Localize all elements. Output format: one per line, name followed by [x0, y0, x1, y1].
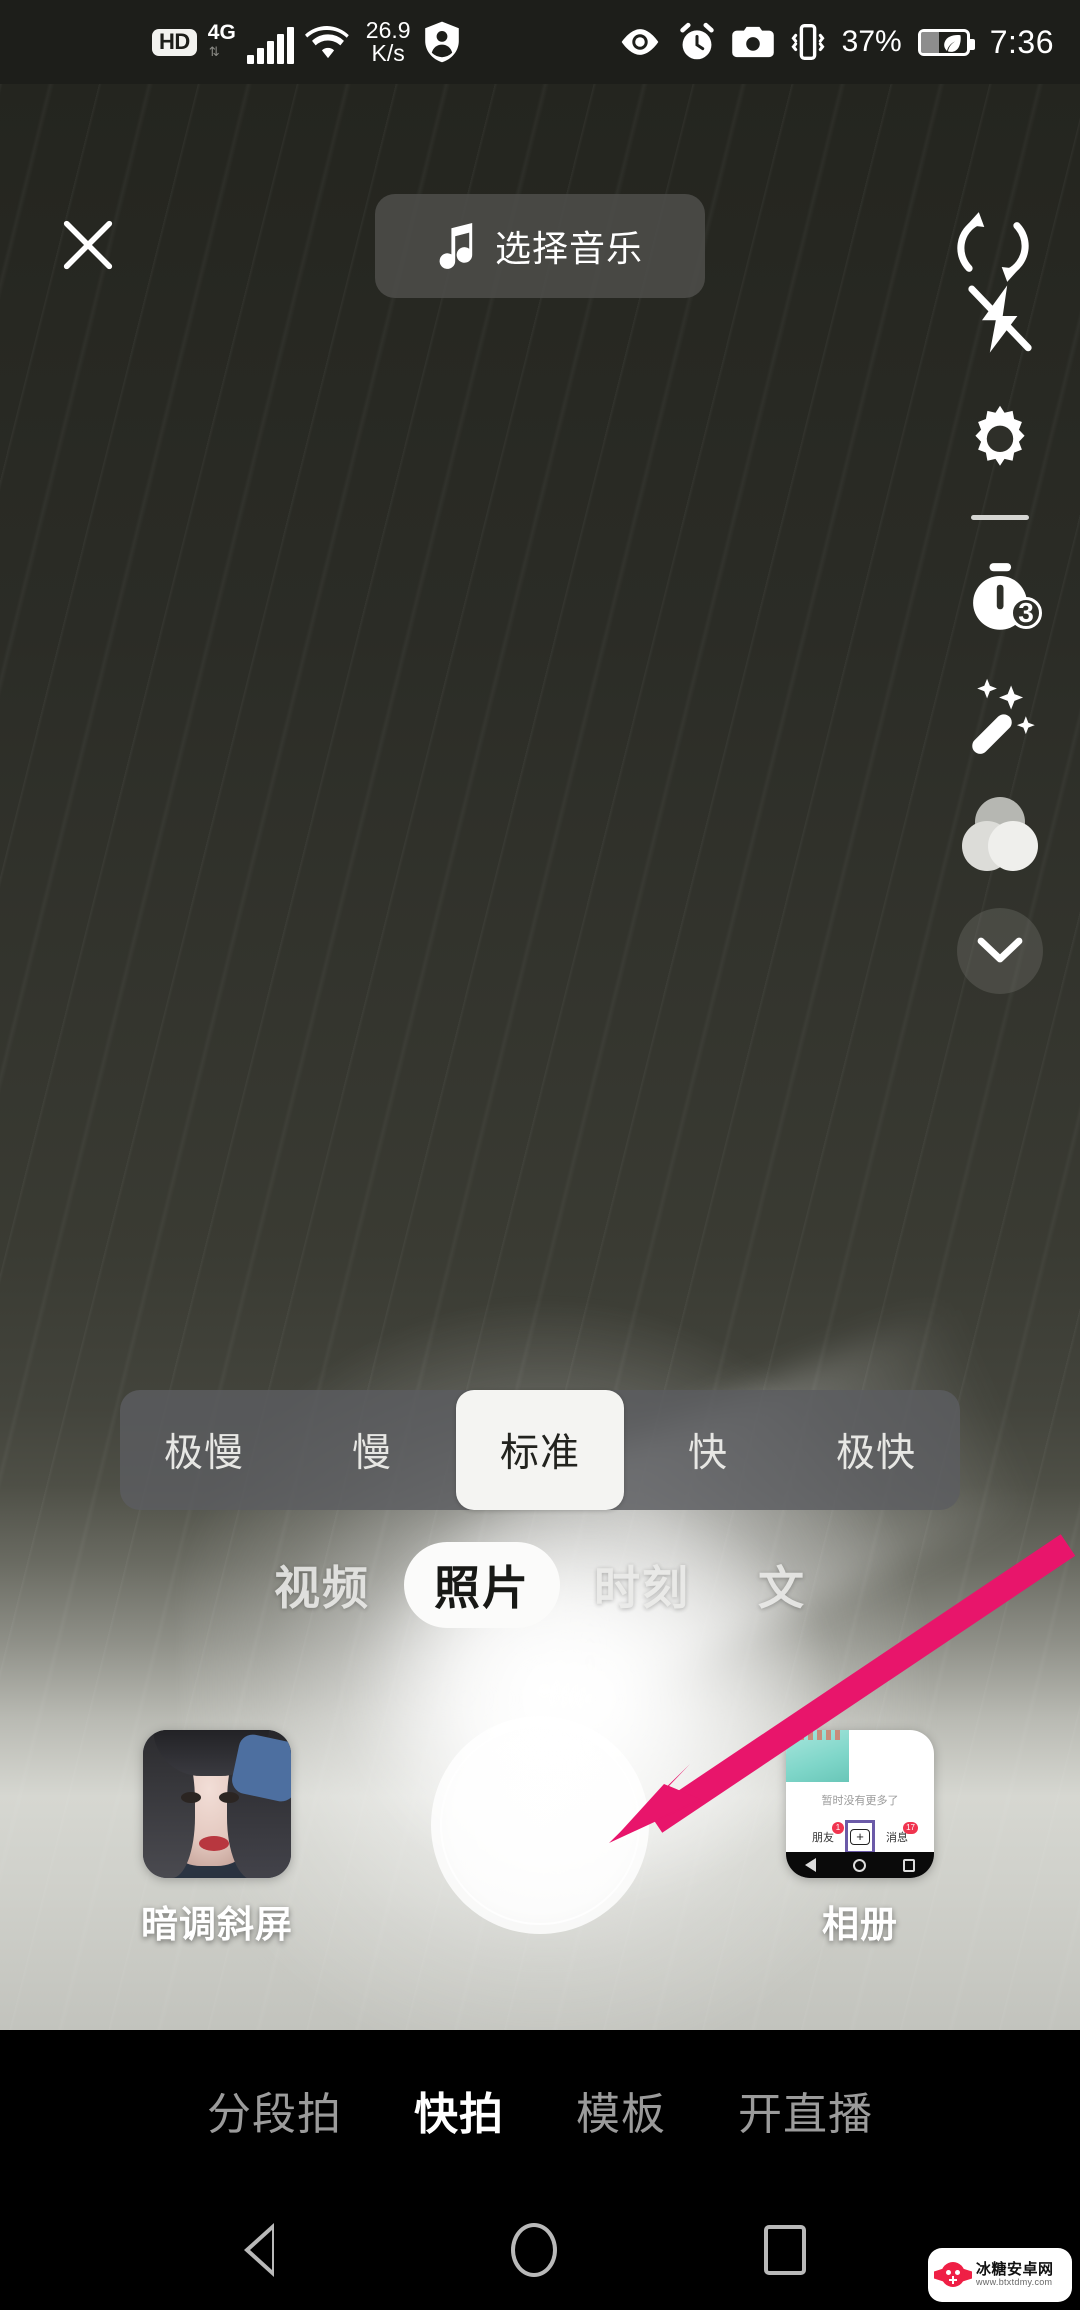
watermark-url: www.btxtdmy.com [976, 2277, 1053, 2288]
flash-toggle-button[interactable] [920, 260, 1080, 378]
preview-home-icon [852, 1858, 866, 1872]
nav-segmented-shoot[interactable]: 分段拍 [171, 2078, 378, 2142]
data-speed-value: 26.9 [365, 16, 411, 43]
shutter-button[interactable] [431, 1716, 649, 1934]
data-speed-unit: K/s [371, 40, 405, 66]
shield-person-icon [424, 21, 459, 63]
hd-badge: HD [152, 28, 197, 56]
nav-live[interactable]: 开直播 [702, 2078, 909, 2142]
speed-option-very-slow[interactable]: 极慢 [120, 1390, 288, 1510]
speed-option-slow[interactable]: 慢 [288, 1390, 456, 1510]
clock-label: 7:36 [989, 23, 1054, 60]
settings-gear-icon [975, 405, 1025, 466]
speed-selector[interactable]: 极慢 慢 标准 快 极快 [120, 1390, 960, 1510]
chevron-down-icon [977, 937, 1023, 963]
eye-icon [621, 29, 659, 55]
battery-eco-icon [917, 28, 975, 56]
tab-moment[interactable]: 时刻 [560, 1541, 724, 1629]
album-label: 相册 [822, 1904, 898, 1945]
preview-recents-icon [903, 1858, 916, 1872]
beauty-wand-icon [972, 678, 1035, 754]
shutter-inner [440, 1725, 640, 1925]
network-type-label: 4G [207, 21, 236, 44]
speed-option-very-fast[interactable]: 极快 [792, 1390, 960, 1510]
battery-percent-label: 37% [841, 25, 902, 58]
filter-icon [962, 797, 1038, 871]
wifi-icon [304, 26, 349, 59]
watermark-text: 冰糖安卓网 www.btxtdmy.com [976, 2262, 1054, 2287]
nav-quick-shoot[interactable]: 快拍 [378, 2078, 540, 2142]
system-nav-bar[interactable] [0, 2190, 1080, 2310]
music-note-icon [439, 223, 473, 269]
tab-photo[interactable]: 照片 [404, 1542, 560, 1628]
album-preview-navbar [786, 1852, 934, 1878]
site-watermark: 冰糖安卓网 www.btxtdmy.com [928, 2248, 1072, 2302]
nav-template[interactable]: 模板 [540, 2078, 702, 2142]
tab-text[interactable]: 文 [724, 1541, 840, 1629]
recents-square-icon[interactable] [764, 2225, 807, 2275]
flash-off-icon [968, 285, 1032, 353]
data-speed-indicator: 26.9 K/s [365, 16, 411, 66]
timer-value-badge: 3 [1010, 597, 1042, 629]
watermark-site-name: 冰糖安卓网 [976, 2261, 1054, 2279]
album-thumbnail: 暂时没有更多了 朋友 1 + 消息 17 [786, 1730, 934, 1878]
speed-option-standard[interactable]: 标准 [456, 1390, 624, 1510]
status-bar-left: HD 4G ⇅ 26.9 K/s [152, 0, 462, 84]
beauty-button[interactable] [920, 656, 1080, 774]
back-triangle-icon[interactable] [243, 2223, 304, 2277]
friends-badge: 1 [832, 1822, 844, 1834]
status-bar: HD 4G ⇅ 26.9 K/s 37% 7:36 [0, 0, 1080, 84]
album-preview-messages: 消息 17 [886, 1822, 918, 1845]
close-icon [63, 220, 113, 270]
album-button[interactable]: 暂时没有更多了 朋友 1 + 消息 17 相册 [786, 1730, 934, 1948]
vibrate-icon [791, 23, 825, 61]
messages-badge: 17 [903, 1822, 918, 1834]
expand-tools-button[interactable] [920, 892, 1080, 1010]
album-preview-plus: + [845, 1820, 875, 1854]
settings-button[interactable] [920, 378, 1080, 496]
data-arrows-icon: ⇅ [208, 44, 220, 59]
camera-screen: HD 4G ⇅ 26.9 K/s 37% 7:36 选择音乐 3 极慢 慢 标准… [0, 0, 1080, 2310]
select-music-label: 选择音乐 [494, 228, 643, 269]
bottom-nav[interactable]: 分段拍 快拍 模板 开直播 [0, 2030, 1080, 2190]
signal-bars-icon: 4G ⇅ [208, 20, 294, 64]
close-button[interactable] [52, 209, 124, 281]
tab-video[interactable]: 视频 [240, 1541, 404, 1629]
top-bar: 选择音乐 [0, 84, 1080, 298]
camera-icon [731, 26, 774, 58]
effect-preset-button[interactable]: 暗调斜屏 [141, 1730, 293, 1948]
preview-back-icon [804, 1858, 816, 1872]
capture-mode-tabs[interactable]: 视频 照片 时刻 文 [0, 1530, 1080, 1640]
status-bar-right: 37% 7:36 [618, 0, 1054, 84]
speed-option-fast[interactable]: 快 [624, 1390, 792, 1510]
select-music-button[interactable]: 选择音乐 [375, 194, 705, 298]
camera-tools-rail: 3 [920, 260, 1080, 1010]
signal-strength-bars [246, 27, 294, 64]
album-preview-navrow: 朋友 1 + 消息 17 [786, 1820, 934, 1854]
filters-button[interactable] [920, 774, 1080, 892]
effect-thumbnail [143, 1730, 291, 1878]
rail-divider [920, 496, 1080, 538]
album-empty-text: 暂时没有更多了 [821, 1795, 899, 1807]
effect-label: 暗调斜屏 [141, 1904, 293, 1945]
album-preview-friends: 朋友 1 [812, 1822, 844, 1845]
timer-button[interactable]: 3 [920, 538, 1080, 656]
capture-controls: 暗调斜屏 暂时没有更多了 朋友 1 + 消息 17 相册 [0, 1700, 1080, 1970]
alarm-clock-icon [679, 22, 714, 60]
home-circle-icon[interactable] [510, 2223, 557, 2277]
watermark-logo-icon [934, 2260, 972, 2290]
eco-leaf-icon [943, 34, 961, 52]
